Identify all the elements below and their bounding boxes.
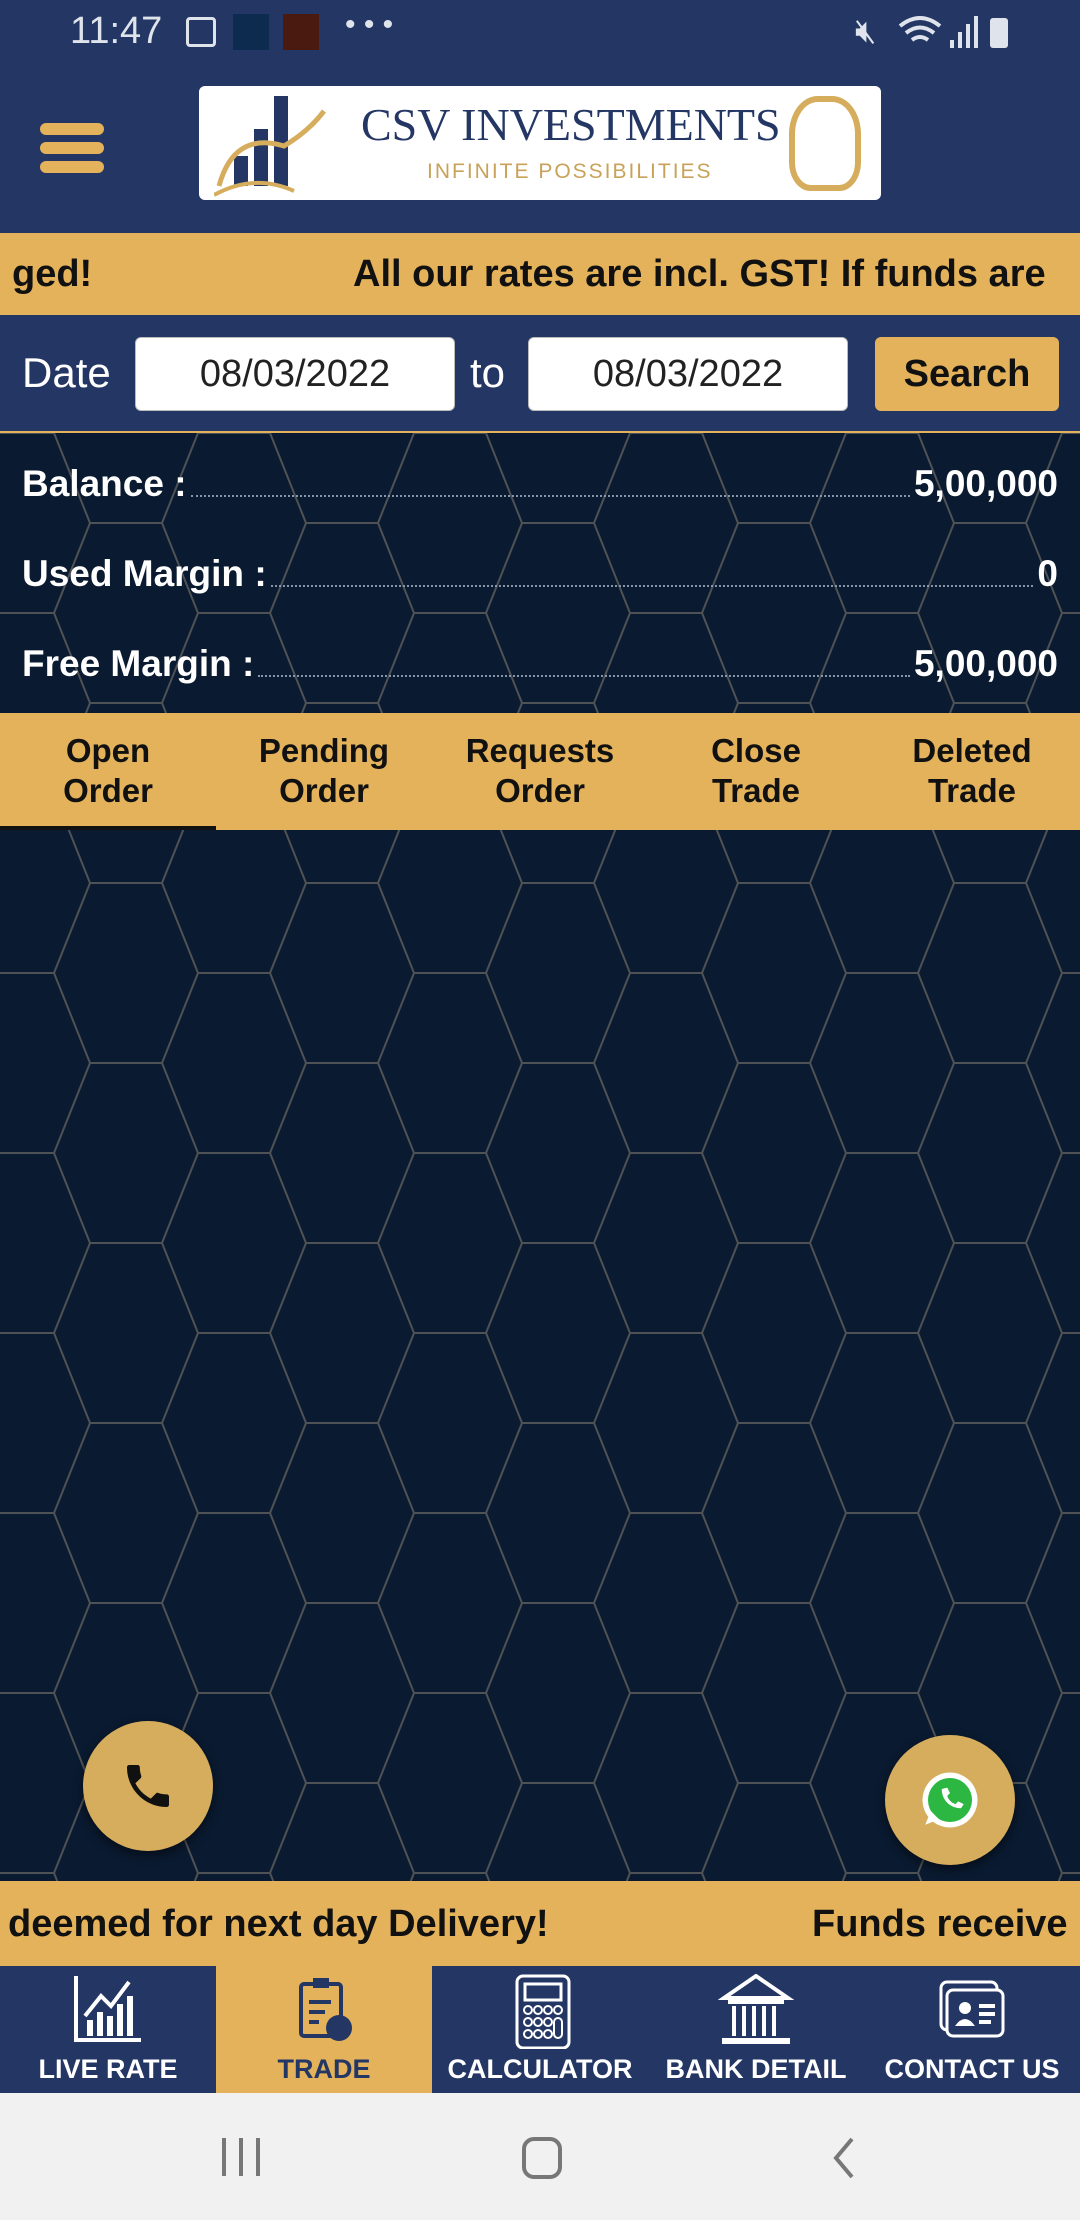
nav-contact-us[interactable]: CONTACT US	[864, 1966, 1080, 2093]
nav-label: LIVE RATE	[38, 2054, 178, 2084]
logo-title: CSV INVESTMENTS	[361, 99, 781, 150]
free-margin-value: 5,00,000	[913, 643, 1058, 684]
call-button[interactable]	[83, 1721, 213, 1851]
logo-subtitle: INFINITE POSSIBILITIES	[427, 160, 713, 183]
whatsapp-button[interactable]	[885, 1735, 1015, 1865]
recent-apps-button[interactable]	[222, 2138, 260, 2176]
to-label: to	[470, 349, 506, 396]
bottom-nav: LIVE RATE TRADE CALCULATOR BANK DETAIL C…	[0, 1966, 1080, 2093]
whatsapp-icon	[922, 1772, 978, 1828]
used-margin-value: 0	[1037, 553, 1058, 594]
ticker-bottom: deemed for next day Delivery! Funds rece…	[0, 1881, 1080, 1966]
system-nav-bar	[0, 2093, 1080, 2220]
clipboard-icon	[299, 1978, 352, 2041]
tab-deleted-trade[interactable]: Deleted Trade	[864, 713, 1080, 830]
date-filter: Date 08/03/2022 to 08/03/2022 Search	[0, 315, 1080, 433]
nav-label: CONTACT US	[884, 2054, 1060, 2084]
tab-requests-order[interactable]: Requests Order	[432, 713, 648, 830]
nav-bank-detail[interactable]: BANK DETAIL	[648, 1966, 864, 2093]
bank-icon	[718, 1974, 794, 2044]
date-label: Date	[22, 349, 111, 396]
order-tabs: Open Order Pending Order Requests Order Clo…	[0, 713, 1080, 830]
mute-icon: 🔇︎	[855, 12, 877, 50]
search-button[interactable]: Search	[875, 337, 1059, 411]
home-button[interactable]	[522, 2137, 562, 2179]
nav-trade[interactable]: TRADE	[216, 1966, 432, 2093]
app-header: CSV INVESTMENTS INFINITE POSSIBILITIES	[0, 68, 1080, 233]
balance-row: Balance : 5,00,000	[22, 463, 1058, 505]
menu-icon[interactable]	[40, 123, 104, 173]
chart-icon	[74, 1976, 141, 2042]
status-bar: 11:47 • • • 🔇︎	[0, 0, 1080, 68]
used-margin-label: Used Margin :	[22, 553, 267, 594]
contact-card-icon	[939, 1980, 1005, 2038]
from-date-input[interactable]: 08/03/2022	[135, 337, 455, 411]
free-margin-label: Free Margin :	[22, 643, 255, 684]
tab-open-order[interactable]: Open Order	[0, 713, 216, 830]
nav-label: CALCULATOR	[447, 2054, 633, 2084]
app-notification-icon	[233, 14, 269, 50]
app-notification-icon	[283, 14, 319, 50]
logo: CSV INVESTMENTS INFINITE POSSIBILITIES	[199, 86, 881, 200]
nav-live-rate[interactable]: LIVE RATE	[0, 1966, 216, 2093]
to-date-input[interactable]: 08/03/2022	[528, 337, 848, 411]
clock: 11:47	[70, 10, 163, 52]
balance-label: Balance :	[22, 463, 187, 504]
balance-summary: Balance : 5,00,000 Used Margin : 0 Free Ma…	[0, 433, 1080, 713]
nav-label: TRADE	[277, 2054, 371, 2084]
calculator-icon	[515, 1974, 571, 2049]
ganesha-emblem-icon	[789, 96, 861, 191]
phone-icon	[127, 1765, 169, 1807]
nav-calculator[interactable]: CALCULATOR	[432, 1966, 648, 2093]
gallery-icon	[186, 17, 216, 47]
used-margin-row: Used Margin : 0	[22, 553, 1058, 595]
ticker-top: ged! All our rates are incl. GST! If fun…	[0, 233, 1080, 315]
ticker-text: All our rates are incl. GST! If funds ar…	[353, 253, 1046, 295]
ticker-text: Funds receive	[812, 1903, 1068, 1945]
ticker-text: deemed for next day Delivery!	[8, 1903, 549, 1945]
nav-label: BANK DETAIL	[665, 2054, 847, 2084]
balance-value: 5,00,000	[913, 463, 1058, 504]
free-margin-row: Free Margin : 5,00,000	[22, 643, 1058, 685]
ticker-text: ged!	[12, 253, 93, 295]
tab-close-trade[interactable]: Close Trade	[648, 713, 864, 830]
back-button[interactable]	[830, 2137, 860, 2179]
tab-pending-order[interactable]: Pending Order	[216, 713, 432, 830]
wifi-signal-battery-icon	[898, 16, 1008, 48]
more-notifications-icon: • • •	[345, 8, 394, 41]
